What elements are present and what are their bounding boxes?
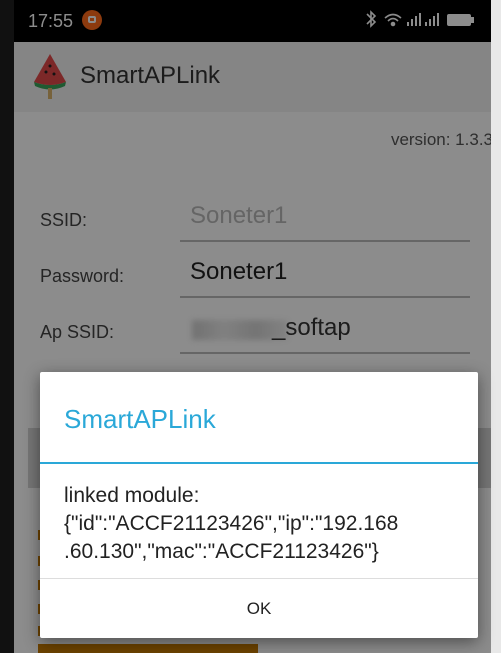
ok-button[interactable]: OK bbox=[40, 579, 478, 638]
dialog-message: linked module: {"id":"ACCF21123426","ip"… bbox=[64, 484, 399, 563]
linked-module-dialog: SmartAPLink linked module: {"id":"ACCF21… bbox=[40, 372, 478, 638]
device-frame-left bbox=[0, 0, 14, 653]
device-frame-right bbox=[491, 0, 501, 653]
dialog-divider bbox=[40, 462, 478, 464]
dialog-title: SmartAPLink bbox=[64, 404, 216, 434]
